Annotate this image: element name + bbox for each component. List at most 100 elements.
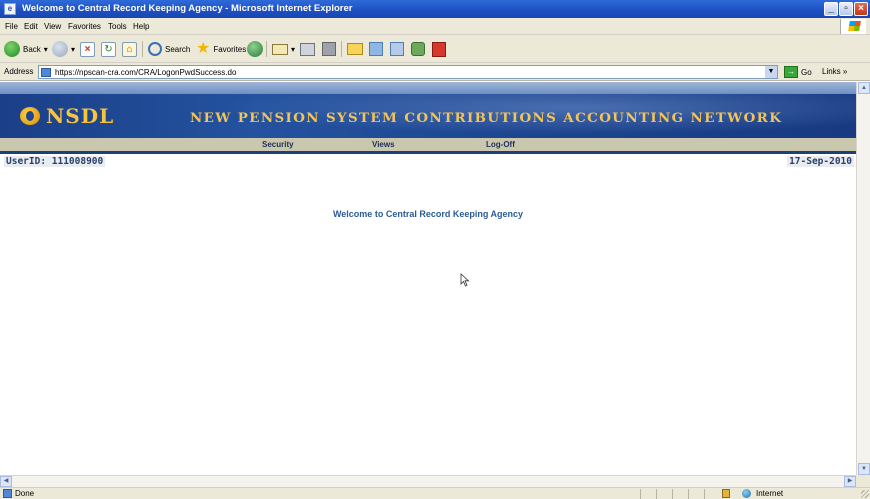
menu-tools[interactable]: Tools [108,22,127,31]
print-button[interactable] [300,40,315,58]
stop-button[interactable]: × [80,40,95,58]
tools-button[interactable] [411,40,425,58]
status-text: Done [15,489,35,498]
menu-help[interactable]: Help [133,22,149,31]
mail-button[interactable]: ▾ [272,40,295,58]
folder-button[interactable] [347,40,363,58]
page-content: NSDL NEW PENSION SYSTEM CONTRIBUTIONS AC… [0,82,856,475]
nsdl-logo-text: NSDL [46,104,115,128]
page-done-icon [3,489,12,498]
page-top-strip [0,82,856,94]
status-cell [688,489,703,499]
tools-icon [411,42,425,56]
mouse-pointer-icon [460,273,470,287]
title-bar: e Welcome to Central Record Keeping Agen… [0,0,870,18]
go-button[interactable]: → Go [784,66,812,78]
scroll-left-icon[interactable]: ◀ [0,476,12,487]
forward-button[interactable]: ▾ [52,40,75,58]
messenger-button[interactable] [390,40,404,58]
search-label: Search [165,44,191,54]
scroll-down-icon[interactable]: ▼ [858,463,870,475]
menu-edit[interactable]: Edit [24,22,38,31]
links-button[interactable]: Links » [822,67,847,76]
home-button[interactable]: ⌂ [122,40,137,58]
home-icon: ⌂ [122,41,137,57]
scroll-corner [856,475,870,487]
maximize-button[interactable]: ▫ [839,2,853,16]
nav-log-off[interactable]: Log-Off [486,140,515,149]
chevron-down-icon: ▾ [43,44,48,54]
toolbar: Back ▾ ▾ × ↻ ⌂ Search ★ Favorites ▾ [0,35,870,63]
address-dropdown-icon[interactable]: ▼ [765,66,777,78]
horizontal-scrollbar[interactable]: ◀ ▶ [0,475,856,487]
banner-title: NEW PENSION SYSTEM CONTRIBUTIONS ACCOUNT… [190,110,783,126]
back-arrow-icon [4,41,20,57]
ie-icon: e [4,3,16,15]
refresh-icon: ↻ [101,41,116,57]
history-icon [247,41,263,57]
pdf-icon [432,41,446,57]
menu-view[interactable]: View [44,22,61,31]
nav-security[interactable]: Security [262,140,294,149]
current-date: 17-Sep-2010 [787,156,854,167]
welcome-message: Welcome to Central Record Keeping Agency [332,209,524,219]
toolbar-separator [341,40,342,58]
scroll-up-icon[interactable]: ▲ [858,82,870,94]
vertical-scrollbar[interactable]: ▲ ▼ [856,82,870,475]
menu-favorites[interactable]: Favorites [68,22,101,31]
back-button[interactable]: Back ▾ [4,40,48,58]
internet-zone-icon [742,489,751,498]
edit-button[interactable] [322,40,336,58]
status-cell [656,489,671,499]
status-cell [672,489,687,499]
chevron-down-icon: ▾ [291,44,296,54]
window-controls: _ ▫ × [824,2,868,16]
address-input[interactable]: https://npscan-cra.com/CRA/LogonPwdSucce… [38,65,778,79]
nsdl-banner: NSDL NEW PENSION SYSTEM CONTRIBUTIONS AC… [0,94,856,139]
page-icon [41,68,51,77]
address-bar: Address https://npscan-cra.com/CRA/Logon… [0,63,870,81]
favorites-button[interactable]: ★ Favorites [196,40,246,58]
security-zone: Internet [756,489,784,498]
toolbar-separator [142,40,143,58]
folder-icon [347,43,363,55]
minimize-button[interactable]: _ [824,2,838,16]
research-button[interactable] [369,40,383,58]
nav-divider [0,151,856,154]
scroll-right-icon[interactable]: ▶ [844,476,856,487]
messenger-icon [390,42,404,56]
nav-views[interactable]: Views [372,140,395,149]
history-button[interactable] [247,40,263,58]
toolbar-separator [266,40,267,58]
favorites-label: Favorites [213,44,247,54]
refresh-button[interactable]: ↻ [101,40,116,58]
status-cell [704,489,719,499]
forward-arrow-icon [52,41,68,57]
status-bar: Done Internet [0,487,870,499]
chevron-down-icon: ▾ [71,44,76,54]
status-cell [640,489,655,499]
search-icon [148,42,162,56]
star-icon: ★ [196,40,211,57]
research-icon [369,42,383,56]
user-id: UserID: 111008900 [4,156,106,167]
lock-icon [722,489,730,498]
address-label: Address [4,67,34,76]
windows-logo-icon [840,19,866,34]
edit-icon [322,42,336,56]
search-button[interactable]: Search [148,40,190,58]
stop-icon: × [80,41,95,57]
menu-bar: File Edit View Favorites Tools Help [0,18,870,35]
resize-grip-icon[interactable] [861,490,869,498]
nsdl-logo-icon [20,107,40,125]
nav-bar: Security Views Log-Off [0,138,856,151]
go-label: Go [801,67,812,77]
menu-file[interactable]: File [5,22,18,31]
back-label: Back [23,44,41,54]
address-url[interactable]: https://npscan-cra.com/CRA/LogonPwdSucce… [55,68,236,77]
go-arrow-icon: → [784,66,798,78]
close-button[interactable]: × [854,2,868,16]
pdf-button[interactable] [432,40,446,58]
mail-icon [272,43,288,55]
print-icon [300,42,315,56]
